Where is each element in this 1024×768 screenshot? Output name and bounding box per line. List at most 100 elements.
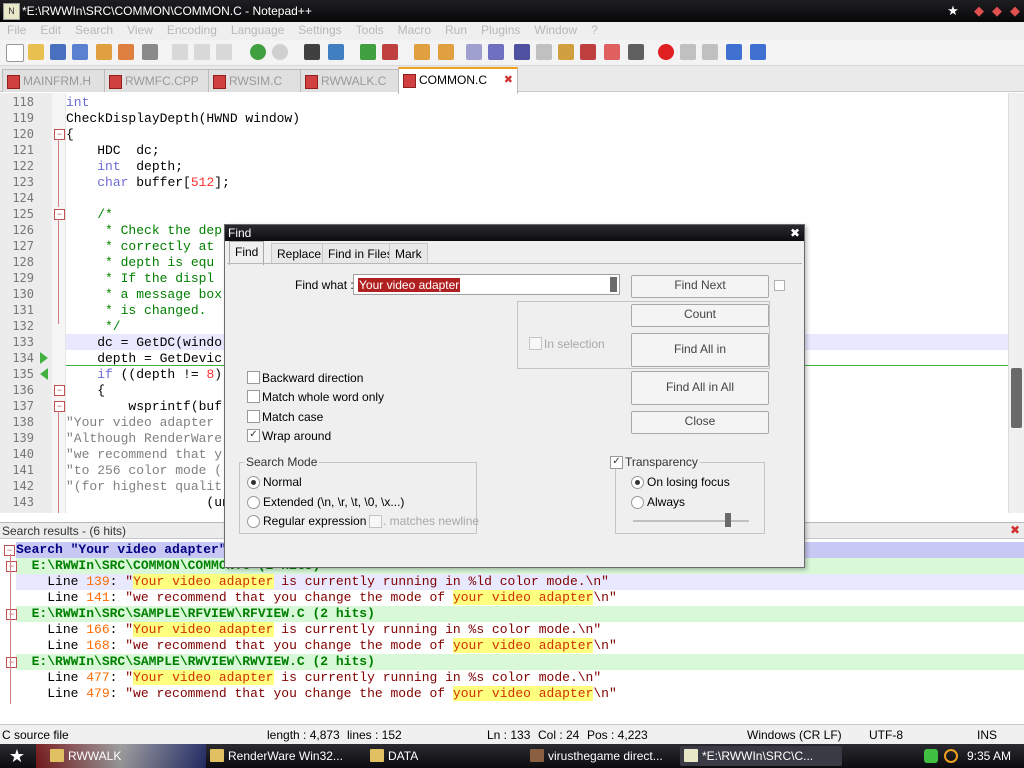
function-list-icon[interactable] — [580, 44, 596, 60]
new-file-icon[interactable] — [6, 44, 24, 62]
zoom-out-icon[interactable] — [382, 44, 398, 60]
code-line[interactable]: int — [66, 95, 89, 110]
fold-margin[interactable] — [52, 93, 66, 513]
search-file-row[interactable]: E:\RWWIn\SRC\SAMPLE\RFVIEW\RFVIEW.C (2 h… — [16, 606, 1024, 622]
close-tab-icon[interactable]: ✖ — [504, 69, 513, 91]
fold-toggle-icon[interactable]: − — [6, 609, 17, 620]
taskbar-item-data[interactable]: DATA — [366, 746, 544, 766]
combobox-dropdown-icon[interactable] — [610, 277, 617, 292]
cut-icon[interactable] — [172, 44, 188, 60]
find-dialog[interactable]: Find ✖ Find Replace Find in Files Mark Fi… — [224, 224, 805, 568]
play-macro-icon[interactable] — [702, 44, 718, 60]
count-button[interactable]: Count — [631, 304, 769, 327]
search-hit-row[interactable]: Line 141: "we recommend that you change … — [16, 590, 1024, 606]
code-line[interactable]: "to 256 color mode ( — [66, 463, 222, 478]
code-line[interactable]: "Although RenderWare — [66, 431, 222, 446]
always-radio[interactable] — [631, 496, 644, 509]
code-line[interactable]: (un — [66, 495, 229, 510]
code-line[interactable]: depth = GetDevic — [66, 351, 222, 366]
code-line[interactable]: int depth; — [66, 159, 183, 174]
run-macro-multiple-icon[interactable] — [726, 44, 742, 60]
code-line[interactable]: CheckDisplayDepth(HWND window) — [66, 111, 300, 126]
code-line[interactable]: * If the displ — [66, 271, 214, 286]
zoom-in-icon[interactable] — [360, 44, 376, 60]
status-encoding[interactable]: UTF-8 — [869, 728, 903, 742]
minimize-icon[interactable]: ◆ — [970, 2, 988, 20]
menu-help[interactable]: ? — [584, 22, 605, 37]
doc-map-icon[interactable] — [558, 44, 574, 60]
menu-edit[interactable]: Edit — [33, 22, 68, 37]
fold-toggle-icon[interactable]: − — [54, 401, 65, 412]
sync-vertical-icon[interactable] — [414, 44, 430, 60]
search-file-row[interactable]: E:\RWWIn\SRC\SAMPLE\RWVIEW\RWVIEW.C (2 h… — [16, 654, 1024, 670]
code-line[interactable]: wsprintf(buf — [66, 399, 222, 414]
indent-guide-icon[interactable] — [514, 44, 530, 60]
title-bar[interactable]: N *E:\RWWIn\SRC\COMMON\COMMON.C - Notepa… — [0, 0, 1024, 22]
transparency-slider-track[interactable] — [633, 520, 749, 522]
search-hit-row[interactable]: Line 139: "Your video adapter is current… — [16, 574, 1024, 590]
match-whole-word-checkbox[interactable] — [247, 390, 260, 403]
menu-file[interactable]: File — [0, 22, 33, 37]
fold-toggle-icon[interactable]: − — [6, 657, 17, 668]
save-icon[interactable] — [50, 44, 66, 60]
tray-network-icon[interactable] — [924, 749, 938, 763]
menu-encoding[interactable]: Encoding — [160, 22, 224, 37]
save-macro-icon[interactable] — [750, 44, 766, 60]
folder-workspace-icon[interactable] — [604, 44, 620, 60]
transparency-checkbox[interactable]: ✓ — [610, 456, 623, 469]
code-line[interactable]: */ — [66, 319, 121, 334]
save-all-icon[interactable] — [72, 44, 88, 60]
scrollbar-thumb[interactable] — [1011, 368, 1022, 428]
code-line[interactable]: dc = GetDC(windo — [66, 335, 222, 350]
match-case-checkbox[interactable] — [247, 410, 260, 423]
code-line[interactable]: * is changed. — [66, 303, 206, 318]
code-line[interactable]: "(for highest qualit — [66, 479, 222, 494]
menu-macro[interactable]: Macro — [391, 22, 438, 37]
search-hit-row[interactable]: Line 166: "Your video adapter is current… — [16, 622, 1024, 638]
fold-toggle-icon[interactable]: − — [54, 129, 65, 140]
find-icon[interactable] — [304, 44, 320, 60]
code-line[interactable]: "Your video adapter — [66, 415, 214, 430]
code-line[interactable]: * Check the dep — [66, 223, 222, 238]
dialog-tab-find-in-files[interactable]: Find in Files — [322, 243, 399, 264]
monitoring-icon[interactable] — [628, 44, 644, 60]
tray-search-icon[interactable] — [944, 749, 958, 763]
replace-icon[interactable] — [328, 44, 344, 60]
close-all-icon[interactable] — [118, 44, 134, 60]
menu-run[interactable]: Run — [438, 22, 474, 37]
fold-toggle-icon[interactable]: − — [6, 561, 17, 572]
close-file-icon[interactable] — [96, 44, 112, 60]
word-wrap-icon[interactable] — [466, 44, 482, 60]
print-icon[interactable] — [142, 44, 158, 60]
backward-direction-checkbox[interactable] — [247, 371, 260, 384]
undo-icon[interactable] — [250, 44, 266, 60]
pin-icon[interactable]: ★ — [944, 2, 962, 20]
extended-radio[interactable] — [247, 496, 260, 509]
find-dialog-titlebar[interactable]: Find ✖ — [225, 225, 804, 241]
menu-window[interactable]: Window — [527, 22, 584, 37]
taskbar-item-notepad[interactable]: *E:\RWWIn\SRC\C... — [680, 746, 842, 766]
fold-toggle-icon[interactable]: − — [54, 209, 65, 220]
maximize-icon[interactable]: ◆ — [988, 2, 1006, 20]
dialog-tab-find[interactable]: Find — [229, 241, 265, 265]
search-hit-row[interactable]: Line 168: "we recommend that you change … — [16, 638, 1024, 654]
find-what-input[interactable]: Your video adapter — [358, 278, 461, 292]
dialog-tab-replace[interactable]: Replace — [271, 243, 328, 264]
menu-search[interactable]: Search — [68, 22, 120, 37]
code-line[interactable]: { — [66, 127, 74, 142]
taskbar-item-rwwalk[interactable]: RWWALK — [46, 746, 218, 766]
tab-common-c[interactable]: COMMON.C ✖ — [398, 67, 518, 94]
record-macro-icon[interactable] — [658, 44, 674, 60]
paste-icon[interactable] — [216, 44, 232, 60]
transparency-slider-thumb[interactable] — [725, 513, 731, 527]
menu-view[interactable]: View — [120, 22, 160, 37]
close-panel-icon[interactable]: ✖ — [1010, 523, 1020, 537]
start-star-icon[interactable]: ★ — [6, 746, 28, 766]
find-what-combobox[interactable]: Your video adapter — [353, 274, 620, 295]
taskbar-item-virusthegame[interactable]: virusthegame direct... — [526, 746, 698, 766]
search-hit-row[interactable]: Line 479: "we recommend that you change … — [16, 686, 1024, 702]
find-next-button[interactable]: Find Next — [631, 275, 769, 298]
find-all-in-current-button[interactable]: Find All in — [631, 333, 769, 367]
code-line[interactable]: * a message box — [66, 287, 222, 302]
code-line[interactable]: if ((depth != 8) — [66, 367, 222, 382]
